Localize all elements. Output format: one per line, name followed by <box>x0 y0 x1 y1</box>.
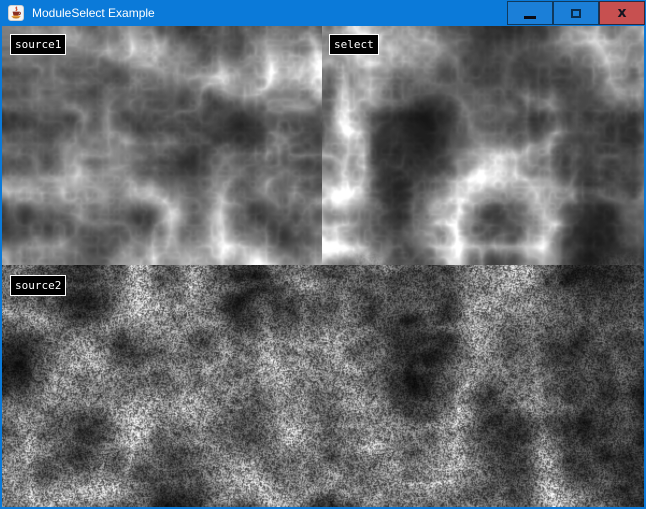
close-icon: x <box>617 2 626 24</box>
titlebar[interactable]: ModuleSelect Example x <box>0 0 646 26</box>
window-title: ModuleSelect Example <box>32 0 155 26</box>
source1-output-image <box>2 26 322 265</box>
render-area: source1 select source2 <box>2 26 644 507</box>
minimize-button[interactable] <box>507 1 553 25</box>
maximize-button[interactable] <box>553 1 599 25</box>
java-coffee-cup-icon <box>8 5 24 21</box>
close-button[interactable]: x <box>599 1 645 25</box>
label-source1: source1 <box>10 34 66 55</box>
window-controls: x <box>507 1 645 25</box>
maximize-icon <box>571 9 581 18</box>
source2-output-image <box>2 265 644 507</box>
minimize-icon <box>524 16 536 19</box>
label-select: select <box>329 34 379 55</box>
app-window: ModuleSelect Example x source1 select so… <box>0 0 646 509</box>
label-source2: source2 <box>10 275 66 296</box>
